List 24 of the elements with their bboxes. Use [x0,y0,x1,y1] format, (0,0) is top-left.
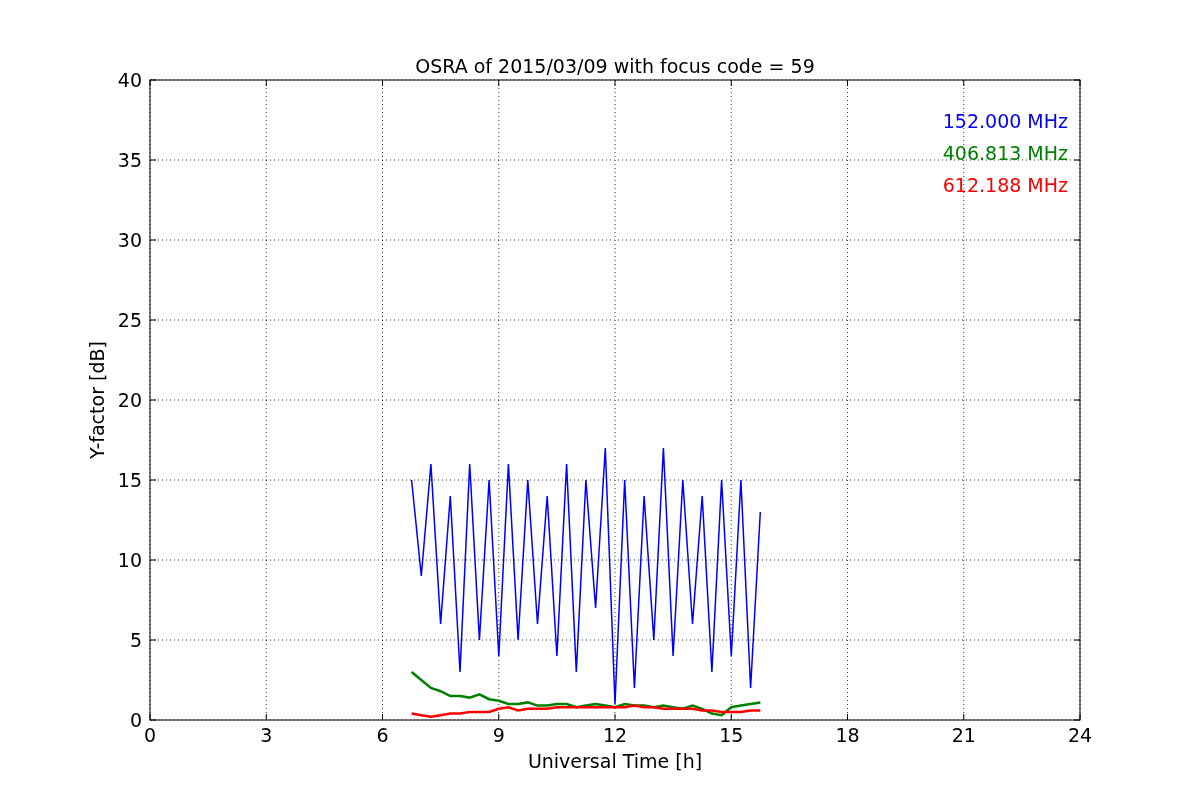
y-tick-label: 0 [129,709,142,731]
y-tick-label: 5 [129,629,142,651]
x-tick-label: 15 [719,724,744,746]
y-tick-label: 35 [117,149,142,171]
legend-label: 612.188 MHz [942,174,1068,196]
y-tick-label: 10 [117,549,142,571]
x-tick-label: 21 [951,724,976,746]
y-tick-label: 20 [117,389,142,411]
x-tick-label: 12 [602,724,628,746]
legend-label: 152.000 MHz [942,110,1068,132]
y-tick-label: 15 [117,469,142,491]
y-axis-label: Y-factor [dB] [86,341,108,459]
y-tick-label: 40 [117,69,142,91]
chart-title: OSRA of 2015/03/09 with focus code = 59 [415,55,815,77]
x-tick-label: 6 [376,724,389,746]
x-tick-label: 3 [260,724,273,746]
x-tick-label: 24 [1067,724,1093,746]
x-tick-label: 0 [143,724,157,746]
legend-label: 406.813 MHz [942,142,1068,164]
x-tick-label: 18 [835,724,860,746]
y-tick-label: 30 [117,229,142,251]
x-axis-label: Universal Time [h] [527,750,703,772]
x-tick-label: 9 [492,724,505,746]
y-tick-label: 25 [117,309,142,331]
